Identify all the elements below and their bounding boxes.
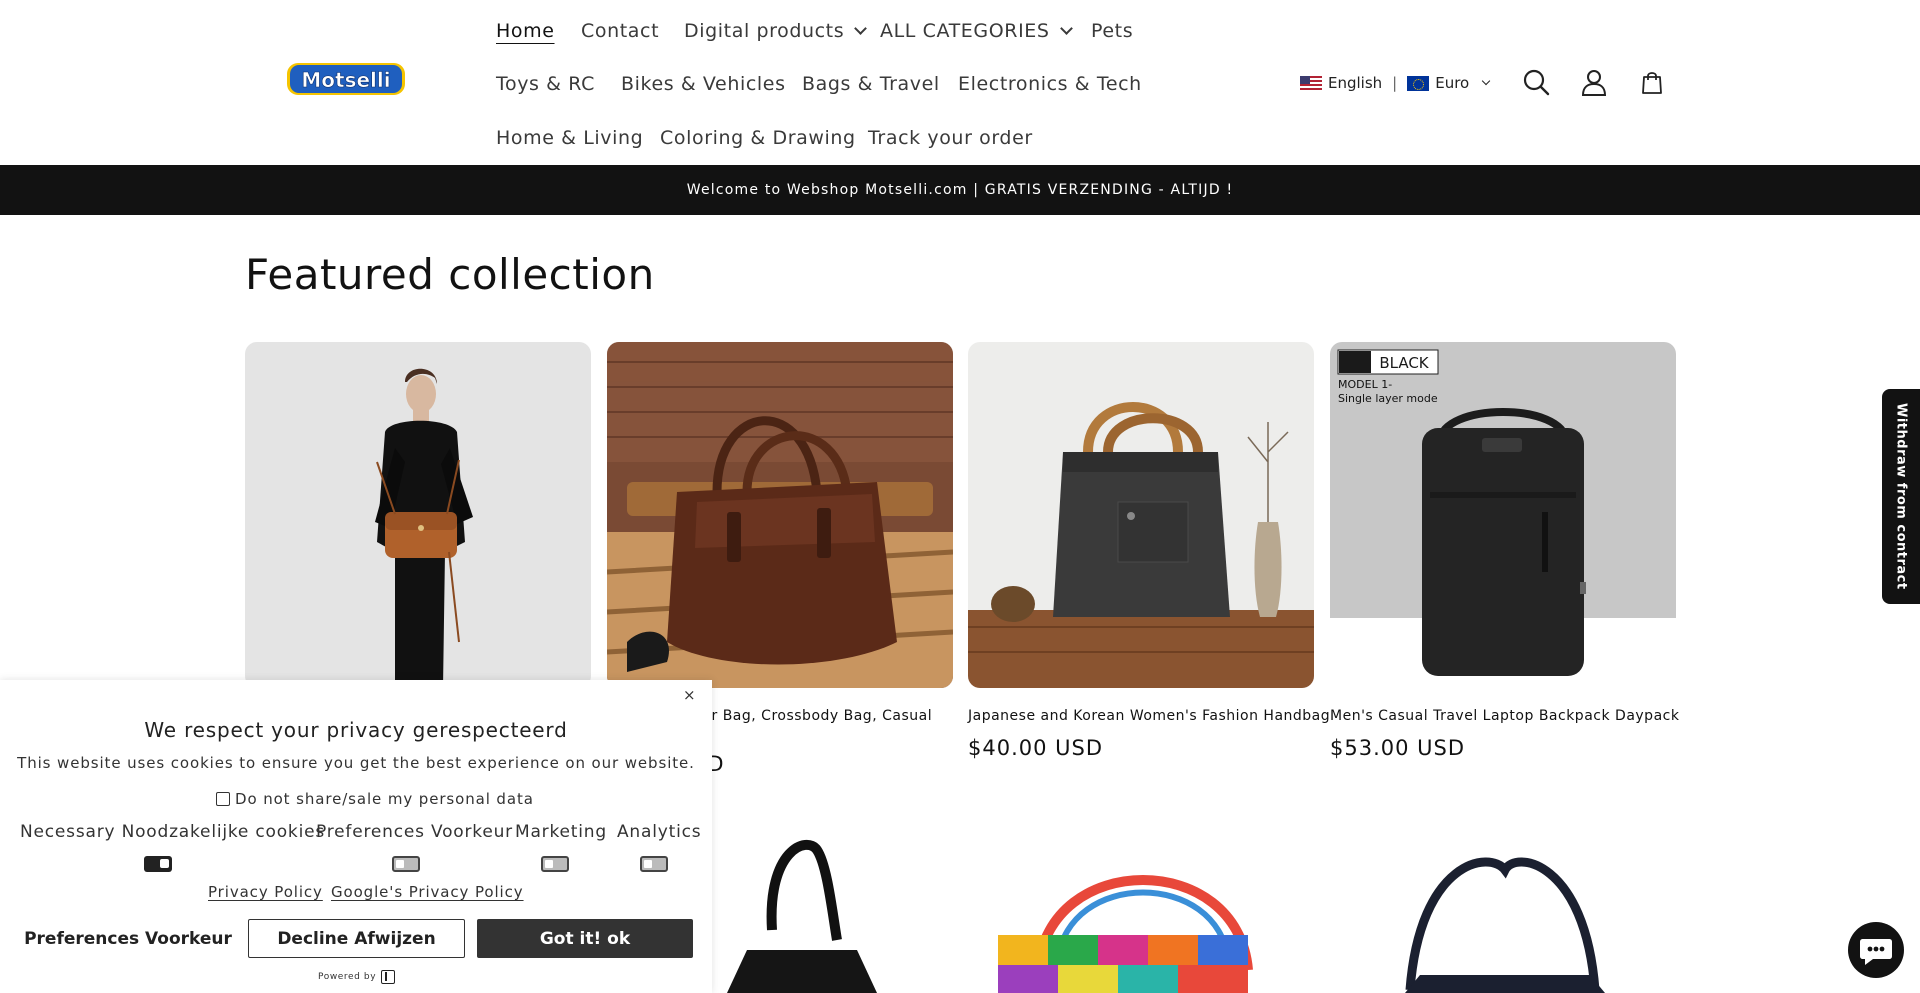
chat-icon <box>1860 939 1892 965</box>
powered-by[interactable]: Powered by <box>318 970 396 984</box>
nav-coloring-drawing[interactable]: Coloring & Drawing <box>660 126 856 150</box>
do-not-share-checkbox[interactable] <box>216 792 230 806</box>
eu-flag-icon <box>1407 75 1430 91</box>
product-price: $40.00 USD <box>968 736 1104 760</box>
preferences-toggle[interactable] <box>392 856 420 872</box>
necessary-toggle[interactable] <box>144 856 172 872</box>
nav-digital-products[interactable]: Digital products <box>684 19 868 43</box>
nav-pets[interactable]: Pets <box>1091 19 1133 43</box>
featured-collection-title: Featured collection <box>245 250 655 299</box>
svg-text:Single layer mode: Single layer mode <box>1338 392 1438 405</box>
nav-track-order[interactable]: Track your order <box>868 126 1033 150</box>
product-image[interactable] <box>245 342 591 688</box>
cookie-description: This website uses cookies to ensure you … <box>17 754 695 772</box>
cookie-title: We respect your privacy gerespecteerd <box>144 718 568 742</box>
preferences-button[interactable]: Preferences Voorkeur <box>20 919 236 958</box>
powered-by-label: Powered by <box>318 972 377 982</box>
withdraw-contract-label: Withdraw from contract <box>1893 403 1909 590</box>
announcement-bar: Welcome to Webshop Motselli.com | GRATIS… <box>0 165 1920 215</box>
language-label: English <box>1328 74 1383 92</box>
announcement-text: Welcome to Webshop Motselli.com | GRATIS… <box>686 182 1234 198</box>
decline-button[interactable]: Decline Afwijzen <box>248 919 465 958</box>
nav-all-categories[interactable]: ALL CATEGORIES <box>880 19 1073 43</box>
consent-provider-logo-icon <box>381 970 396 984</box>
cookie-category-preferences: Preferences Voorkeur <box>316 822 513 842</box>
chat-button[interactable] <box>1848 922 1904 978</box>
search-icon[interactable] <box>1522 68 1550 96</box>
nav-home-living[interactable]: Home & Living <box>496 126 643 150</box>
google-privacy-policy-link[interactable]: Google's Privacy Policy <box>331 883 524 901</box>
locale-selector[interactable]: English | Euro <box>1300 73 1491 93</box>
product-card[interactable]: BLACK MODEL 1- Single layer mode Men's C… <box>1330 342 1679 760</box>
withdraw-contract-tab[interactable]: Withdraw from contract <box>1882 389 1920 604</box>
product-image[interactable] <box>968 830 1314 993</box>
nav-bikes-vehicles[interactable]: Bikes & Vehicles <box>621 72 786 96</box>
privacy-policy-link[interactable]: Privacy Policy <box>208 883 323 901</box>
chevron-down-icon <box>1059 22 1073 35</box>
product-image[interactable] <box>607 342 953 688</box>
us-flag-icon <box>1300 75 1322 91</box>
site-header: Motselli Home Contact Digital products A… <box>0 0 1920 165</box>
product-image[interactable] <box>1330 830 1676 993</box>
cart-icon[interactable] <box>1638 68 1666 96</box>
cookie-category-necessary: Necessary Noodzakelijke cookies <box>20 822 326 842</box>
close-icon[interactable]: × <box>683 688 696 703</box>
product-image[interactable] <box>968 342 1314 688</box>
cookie-banner: × We respect your privacy gerespecteerd … <box>0 680 712 993</box>
nav-bags-travel[interactable]: Bags & Travel <box>802 72 940 96</box>
cookie-category-analytics: Analytics <box>617 822 702 842</box>
do-not-share-label: Do not share/sale my personal data <box>235 790 534 808</box>
analytics-toggle[interactable] <box>640 856 668 872</box>
locale-separator: | <box>1392 74 1398 92</box>
nav-home[interactable]: Home <box>496 19 555 43</box>
product-card[interactable]: Japanese and Korean Women's Fashion Hand… <box>968 342 1330 760</box>
marketing-toggle[interactable] <box>541 856 569 872</box>
nav-contact[interactable]: Contact <box>581 19 659 43</box>
product-title[interactable]: der Bag, Crossbody Bag, Casual <box>693 708 932 724</box>
nav-toys-rc[interactable]: Toys & RC <box>496 72 595 96</box>
product-card[interactable]: der Bag, Crossbody Bag, Casual SD <box>607 342 953 776</box>
account-icon[interactable] <box>1580 68 1608 96</box>
product-card[interactable] <box>245 342 591 688</box>
accept-button[interactable]: Got it! ok <box>477 919 693 958</box>
product-title[interactable]: Men's Casual Travel Laptop Backpack Dayp… <box>1330 708 1679 724</box>
product-price: $53.00 USD <box>1330 736 1466 760</box>
chevron-down-icon <box>854 22 868 35</box>
cookie-category-marketing: Marketing <box>515 822 607 842</box>
svg-text:MODEL 1-: MODEL 1- <box>1338 378 1392 391</box>
do-not-share-option[interactable]: Do not share/sale my personal data <box>216 790 534 808</box>
product-title[interactable]: Japanese and Korean Women's Fashion Hand… <box>968 708 1330 724</box>
logo-image: Motselli <box>287 63 405 95</box>
svg-text:Motselli: Motselli <box>301 68 390 92</box>
site-logo[interactable]: Motselli <box>286 60 406 98</box>
nav-electronics-tech[interactable]: Electronics & Tech <box>958 72 1142 96</box>
currency-label: Euro <box>1435 74 1470 92</box>
svg-text:BLACK: BLACK <box>1379 354 1429 372</box>
chevron-down-icon <box>1481 76 1491 86</box>
product-image[interactable]: BLACK MODEL 1- Single layer mode <box>1330 342 1676 688</box>
